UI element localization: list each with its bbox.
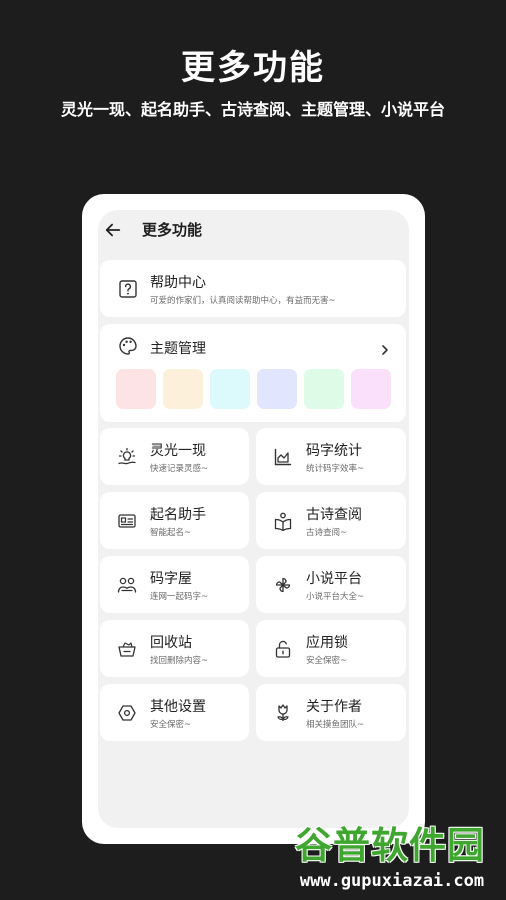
top-bar: 更多功能: [98, 210, 409, 250]
grid-item-poetry[interactable]: 古诗查阅 古诗查阅~: [256, 492, 406, 549]
tulip-icon: [273, 703, 293, 723]
grid-item-novel-platforms[interactable]: 小说平台 小说平台大全~: [256, 556, 406, 613]
grid-item-subtitle: 安全保密~: [150, 720, 192, 730]
grid-item-subtitle: 古诗查阅~: [306, 528, 348, 538]
watermark-url: www.gupuxiazai.com: [299, 871, 485, 891]
windmill-icon: [273, 575, 293, 595]
grid-item-title: 码字屋: [150, 571, 192, 587]
grid-item-about-author[interactable]: 关于作者 相关摸鱼团队~: [256, 684, 406, 741]
grid-item-title: 古诗查阅: [306, 507, 362, 523]
grid-item-subtitle: 统计码字效率~: [306, 464, 365, 474]
grid-item-inspiration[interactable]: 灵光一现 快速记录灵感~: [100, 428, 249, 485]
grid-item-recycle-bin[interactable]: 回收站 找回删除内容~: [100, 620, 249, 677]
grid-item-title: 起名助手: [150, 507, 206, 523]
grid-item-subtitle: 相关摸鱼团队~: [306, 720, 365, 730]
grid-item-title: 灵光一现: [150, 443, 206, 459]
grid-item-app-lock[interactable]: 应用锁 安全保密~: [256, 620, 406, 677]
grid-item-subtitle: 安全保密~: [306, 656, 348, 666]
theme-management-title: 主题管理: [150, 341, 206, 357]
lightbulb-hand-icon: [117, 447, 137, 467]
grid-item-subtitle: 快速记录灵感~: [150, 464, 209, 474]
chevron-right-icon[interactable]: [379, 341, 391, 355]
grid-item-subtitle: 连网一起码字~: [150, 592, 209, 602]
hexagon-gear-icon: [117, 703, 137, 723]
theme-swatch-3[interactable]: [210, 369, 250, 409]
help-center-subtitle: 可爱的作家们，认真阅读帮助中心，有益而无害~: [150, 296, 336, 306]
arrow-left-icon[interactable]: [104, 221, 122, 239]
grid-item-subtitle: 小说平台大全~: [306, 592, 365, 602]
grid-item-word-stats[interactable]: 码字统计 统计码字效率~: [256, 428, 406, 485]
promo-title: 更多功能: [181, 48, 325, 88]
chart-icon: [273, 447, 293, 467]
help-center-card[interactable]: 帮助中心 可爱的作家们，认真阅读帮助中心，有益而无害~: [100, 260, 406, 317]
theme-swatch-4[interactable]: [257, 369, 297, 409]
grid-item-subtitle: 智能起名~: [150, 528, 192, 538]
grid-item-title: 码字统计: [306, 443, 362, 459]
theme-swatch-2[interactable]: [163, 369, 203, 409]
theme-swatch-5[interactable]: [304, 369, 344, 409]
palette-icon: [118, 336, 138, 356]
people-icon: [117, 575, 137, 595]
phone-frame: 更多功能 帮助中心 可爱的作家们，认真阅读帮助中心，有益而无害~ 主题管理 灵光…: [82, 194, 425, 844]
book-reader-icon: [273, 511, 293, 531]
theme-swatch-6[interactable]: [351, 369, 391, 409]
grid-item-title: 回收站: [150, 635, 192, 651]
theme-management-card[interactable]: 主题管理: [100, 324, 406, 422]
grid-item-subtitle: 找回删除内容~: [150, 656, 209, 666]
id-card-icon: [117, 511, 137, 531]
app-screen: 更多功能 帮助中心 可爱的作家们，认真阅读帮助中心，有益而无害~ 主题管理 灵光…: [98, 210, 409, 828]
help-center-title: 帮助中心: [150, 275, 206, 291]
grid-item-title: 关于作者: [306, 699, 362, 715]
grid-item-title: 其他设置: [150, 699, 206, 715]
grid-item-writing-room[interactable]: 码字屋 连网一起码字~: [100, 556, 249, 613]
recycle-basket-icon: [117, 639, 137, 659]
question-square-icon: [118, 279, 138, 299]
page-title: 更多功能: [142, 221, 203, 239]
watermark-brand: 谷普软件园: [295, 824, 485, 867]
grid-item-naming[interactable]: 起名助手 智能起名~: [100, 492, 249, 549]
grid-item-title: 应用锁: [306, 635, 348, 651]
grid-item-title: 小说平台: [306, 571, 362, 587]
theme-swatch-1[interactable]: [116, 369, 156, 409]
promo-subtitle: 灵光一现、起名助手、古诗查阅、主题管理、小说平台: [60, 100, 445, 119]
grid-item-other-settings[interactable]: 其他设置 安全保密~: [100, 684, 249, 741]
unlock-icon: [273, 639, 293, 659]
